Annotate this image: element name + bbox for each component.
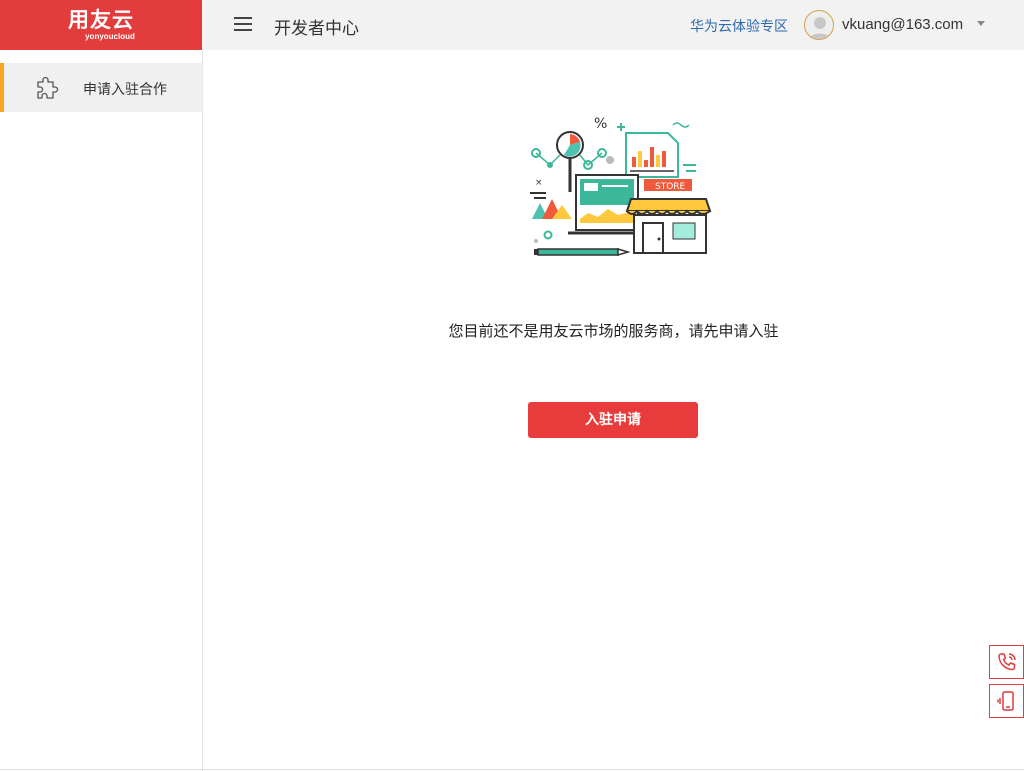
user-avatar-icon (808, 17, 832, 39)
main-content: % × STORE 您目前还不是用友云市场的服务商，请先申请入驻 入驻申请 (203, 50, 1024, 769)
sidebar-item-apply-cooperation[interactable]: 申请入驻合作 (0, 63, 202, 112)
phone-icon (997, 653, 1016, 671)
svg-text:%: % (594, 116, 607, 132)
sidebar: 申请入驻合作 (0, 50, 203, 771)
hamburger-icon[interactable] (234, 17, 252, 32)
mobile-contact-button[interactable] (989, 684, 1024, 718)
chevron-down-icon[interactable] (977, 21, 985, 26)
bottom-divider (0, 769, 1024, 770)
avatar[interactable] (804, 10, 834, 40)
brand-name: 用友云 (68, 8, 134, 32)
svg-text:×: × (535, 178, 543, 188)
puzzle-icon (37, 76, 59, 99)
brand-subtitle: yonyoucloud (85, 32, 135, 41)
apply-button[interactable]: 入驻申请 (528, 402, 698, 438)
phone-contact-button[interactable] (989, 645, 1024, 679)
user-email[interactable]: vkuang@163.com (842, 16, 963, 33)
store-illustration: % × STORE (530, 116, 712, 257)
brand-logo[interactable]: 用友云 yonyoucloud (0, 0, 202, 50)
huawei-cloud-link[interactable]: 华为云体验专区 (690, 16, 788, 36)
store-sign-text: STORE (655, 182, 686, 192)
page-title: 开发者中心 (274, 19, 359, 39)
notice-message: 您目前还不是用友云市场的服务商，请先申请入驻 (448, 322, 779, 340)
sidebar-item-label: 申请入驻合作 (83, 82, 167, 98)
mobile-icon (996, 691, 1014, 711)
top-bar: 开发者中心 华为云体验专区 vkuang@163.com (202, 0, 1024, 50)
